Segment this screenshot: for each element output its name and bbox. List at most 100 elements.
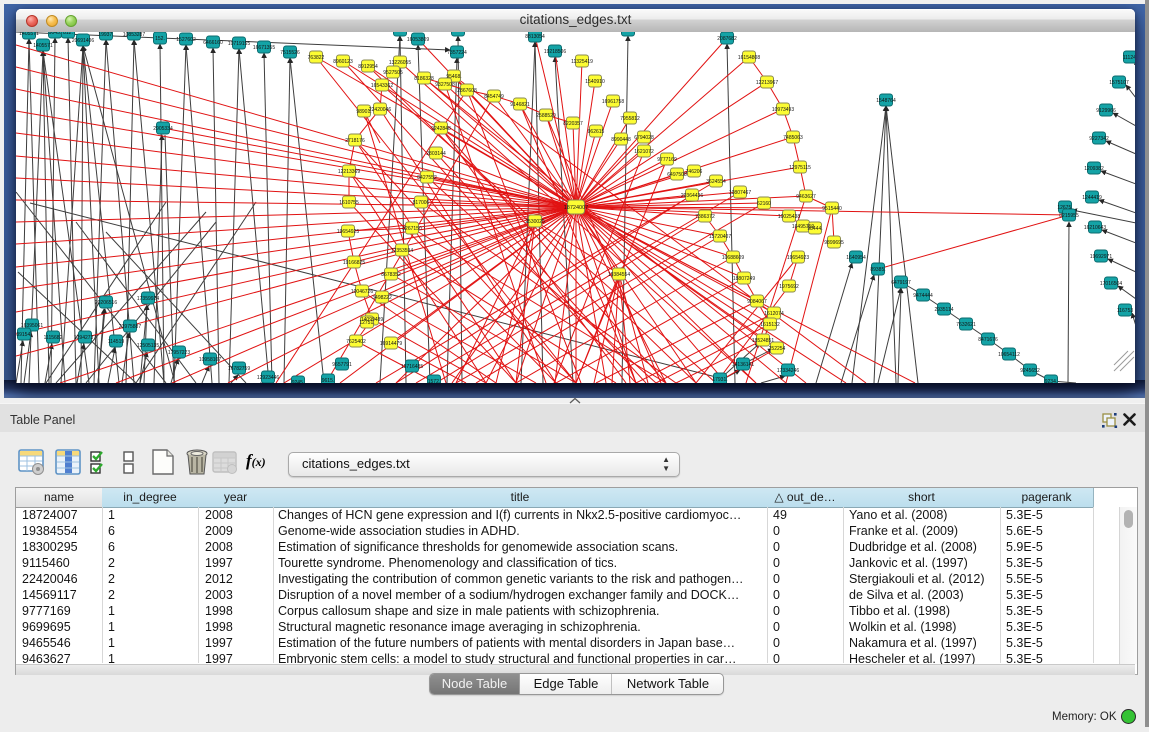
svg-text:9615.: 9615. (322, 378, 335, 383)
svg-text:10654112: 10654112 (998, 352, 1020, 358)
svg-text:19384554: 19384554 (608, 272, 630, 278)
svg-text:19937.: 19937. (98, 32, 113, 38)
svg-text:17359924: 17359924 (137, 296, 159, 302)
svg-text:3624554: 3624554 (706, 179, 726, 185)
svg-text:16782759: 16782759 (228, 366, 250, 372)
svg-text:9463627: 9463627 (796, 194, 816, 200)
svg-text:95468.: 95468. (446, 74, 461, 80)
svg-text:17016504: 17016504 (1100, 281, 1122, 287)
svg-text:9327508: 9327508 (435, 82, 455, 88)
svg-text:8186328: 8186328 (414, 76, 434, 82)
svg-text:1115682: 1115682 (44, 335, 63, 341)
svg-text:1540910: 1540910 (585, 79, 605, 85)
svg-text:89385.: 89385. (870, 267, 885, 273)
svg-text:12213369: 12213369 (338, 169, 360, 175)
svg-text:18724007: 18724007 (564, 205, 588, 211)
svg-text:10046726: 10046726 (351, 289, 373, 295)
svg-text:10688609: 10688609 (722, 255, 744, 261)
svg-text:10025438: 10025438 (778, 214, 800, 220)
svg-text:1610755: 1610755 (339, 200, 359, 206)
svg-text:962615: 962615 (588, 129, 605, 135)
svg-text:19166825: 19166825 (343, 260, 365, 266)
svg-text:9474444: 9474444 (913, 293, 933, 299)
svg-text:18524851: 18524851 (752, 338, 774, 344)
svg-text:8471676: 8471676 (978, 337, 998, 343)
svg-text:1640954: 1640954 (846, 255, 866, 261)
svg-text:12675.: 12675. (1057, 205, 1072, 211)
svg-text:10719155: 10719155 (228, 41, 250, 47)
svg-text:16395061: 16395061 (21, 323, 43, 329)
svg-text:19692971: 19692971 (1090, 254, 1112, 260)
svg-text:16961758: 16961758 (602, 99, 624, 105)
svg-text:2867608: 2867608 (457, 88, 477, 94)
svg-text:20364436: 20364436 (681, 193, 703, 199)
svg-text:9146821: 9146821 (510, 102, 530, 108)
svg-text:3498222: 3498222 (372, 295, 392, 301)
svg-text:98901.: 98901. (356, 109, 371, 115)
svg-text:12213967: 12213967 (756, 80, 778, 86)
svg-text:16210643: 16210643 (1084, 225, 1106, 231)
svg-text:15720407: 15720407 (709, 234, 731, 240)
svg-text:1621072: 1621072 (634, 149, 654, 155)
svg-text:12353594: 12353594 (391, 248, 413, 254)
svg-text:8215955: 8215955 (1059, 213, 1079, 219)
svg-text:9084067: 9084067 (747, 299, 767, 305)
svg-text:14136141: 14136141 (732, 362, 754, 368)
svg-text:9045.: 9045. (49, 32, 62, 36)
svg-text:62160: 62160 (757, 201, 771, 207)
svg-text:2935114: 2935114 (934, 307, 953, 313)
svg-text:1244419: 1244419 (1082, 195, 1102, 201)
svg-text:9227342: 9227342 (1089, 136, 1109, 142)
svg-text:16154808: 16154808 (738, 55, 760, 61)
svg-text:19218506: 19218506 (544, 49, 566, 55)
svg-text:7632621: 7632621 (956, 322, 976, 328)
svg-text:763822: 763822 (308, 55, 325, 61)
svg-text:8678352: 8678352 (381, 272, 401, 278)
svg-text:7515526: 7515526 (280, 50, 300, 56)
svg-text:22420046: 22420046 (369, 107, 391, 113)
svg-text:1575107: 1575107 (1109, 80, 1129, 86)
svg-text:9777169: 9777169 (657, 157, 677, 163)
svg-text:12975115: 12975115 (789, 165, 811, 171)
svg-text:8427552: 8427552 (417, 175, 437, 181)
svg-text:16053809: 16053809 (407, 37, 429, 43)
svg-text:114519: 114519 (108, 339, 125, 345)
svg-text:503.: 503. (453, 32, 463, 34)
svg-text:13226055: 13226055 (389, 60, 411, 66)
svg-text:9129966: 9129966 (1096, 108, 1116, 114)
svg-text:6497508: 6497508 (667, 172, 687, 178)
svg-text:1527602: 1527602 (176, 37, 196, 43)
svg-text:8912954: 8912954 (358, 64, 378, 70)
svg-text:39154.: 39154. (16, 332, 31, 338)
svg-text:1209382: 1209382 (1084, 166, 1104, 172)
svg-text:1612074: 1612074 (764, 311, 784, 317)
svg-text:8990448: 8990448 (611, 137, 631, 143)
svg-text:2905334: 2905334 (153, 126, 173, 132)
svg-text:7357224: 7357224 (447, 50, 467, 56)
svg-text:9245.: 9245. (292, 380, 305, 383)
svg-text:9527505: 9527505 (383, 70, 403, 76)
svg-text:8220357: 8220357 (563, 121, 583, 127)
svg-text:2588520: 2588520 (536, 113, 556, 119)
svg-text:9657791: 9657791 (332, 362, 352, 368)
svg-text:1984.: 1984. (394, 32, 407, 34)
svg-text:11325419: 11325419 (571, 59, 593, 65)
svg-text:7386372: 7386372 (695, 214, 715, 220)
svg-text:17334246: 17334246 (777, 368, 799, 374)
svg-text:9245652: 9245652 (1020, 368, 1040, 374)
svg-text:23975887: 23975887 (119, 324, 141, 330)
svg-text:1405571: 1405571 (19, 32, 39, 37)
svg-text:817006: 817006 (413, 200, 430, 206)
svg-text:9242848: 9242848 (431, 126, 451, 132)
svg-text:6479197: 6479197 (891, 280, 911, 286)
svg-text:10853287: 10853287 (123, 32, 145, 38)
svg-text:9515440: 9515440 (822, 206, 842, 212)
svg-text:2718176: 2718176 (345, 138, 365, 144)
svg-text:19654923: 19654923 (787, 255, 809, 261)
svg-text:10958107: 10958107 (199, 357, 221, 363)
svg-text:16914479: 16914479 (380, 341, 402, 347)
svg-text:17957223: 17957223 (168, 350, 190, 356)
svg-text:152.: 152. (155, 36, 165, 42)
svg-text:812.: 812. (63, 32, 73, 36)
svg-text:2087682: 2087682 (717, 36, 737, 42)
